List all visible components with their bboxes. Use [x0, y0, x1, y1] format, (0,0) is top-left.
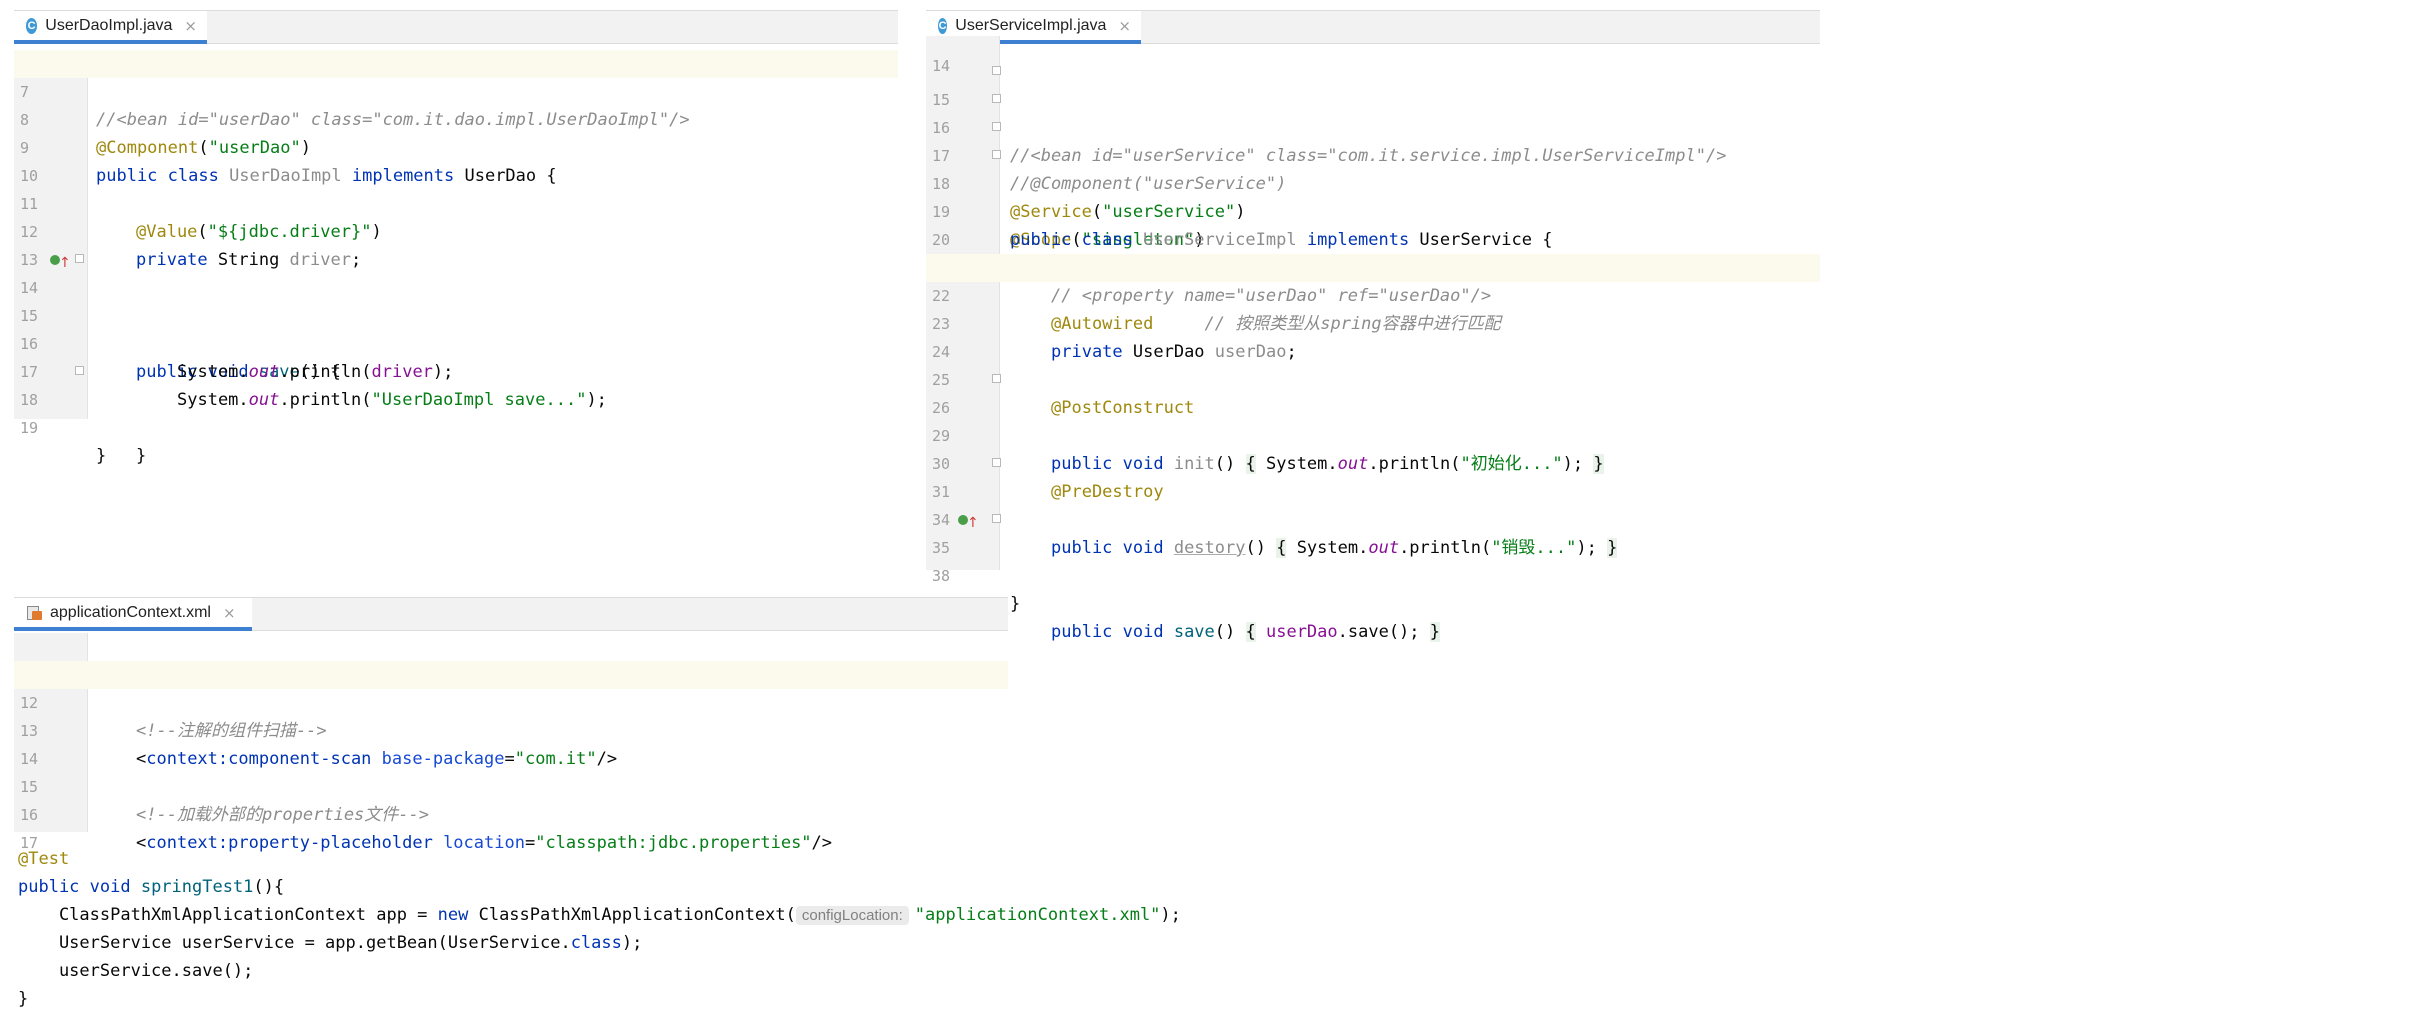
code-line: 14	[14, 717, 1008, 768]
code-line: 16 System.out.println(driver);	[14, 302, 898, 382]
tab-bar: applicationContext.xml ×	[14, 597, 1008, 631]
code-line: 29	[926, 394, 1820, 445]
code-line: 17 System.out.println("UserDaoImpl save.…	[14, 330, 898, 410]
code-line: 13	[14, 218, 898, 269]
code-line: 18 }	[14, 358, 898, 466]
code-line: 34	[926, 478, 1820, 529]
editor-pane-userserviceimpl: C UserServiceImpl.java × 14 15 //<bean i…	[926, 10, 1820, 642]
fold-toggle-icon[interactable]	[992, 514, 1001, 523]
class-icon: C	[26, 17, 38, 34]
fold-toggle-icon[interactable]	[992, 150, 1001, 159]
tab-label: UserServiceImpl.java	[955, 16, 1107, 34]
code-editor[interactable]: 7 //<bean id="userDao" class="com.it.dao…	[14, 50, 898, 466]
code-line: 24	[926, 310, 1820, 361]
code-line: 15	[14, 274, 898, 325]
code-line: 18 @Scope("singleton")	[926, 142, 1820, 250]
code-line: 8 @Component("userDao")	[14, 78, 898, 158]
tab-label: applicationContext.xml	[50, 603, 211, 621]
tab-bar: C UserDaoImpl.java ×	[14, 10, 898, 44]
close-icon[interactable]: ×	[1118, 17, 1131, 35]
fold-toggle-icon[interactable]	[992, 66, 1001, 75]
implements-marker-icon[interactable]: ↑	[958, 512, 979, 531]
fold-toggle-icon[interactable]	[75, 366, 84, 375]
code-line: 13 <context:component-scan base-package=…	[14, 689, 1008, 769]
code-line: 19 }	[14, 386, 898, 466]
code-line: 11	[14, 633, 1008, 684]
code-line: 23 private UserDao userDao;	[926, 282, 1820, 362]
code-line: 9 public class UserDaoImpl implements Us…	[14, 106, 898, 186]
code-line: 14	[926, 36, 1820, 75]
class-icon: C	[938, 17, 948, 34]
code-line: ClassPathXmlApplicationContext app = new…	[18, 905, 1181, 925]
test-code-snippet: @Test public void springTest1(){ ClassPa…	[18, 845, 1181, 1013]
tab-userdaoimpl[interactable]: C UserDaoImpl.java ×	[14, 11, 207, 44]
fold-toggle-icon[interactable]	[992, 94, 1001, 103]
code-line: 12 private String driver;	[14, 190, 898, 270]
code-line: userService.save();	[18, 961, 254, 981]
code-line: 12 <!--注解的组件扫描-->	[14, 661, 1008, 741]
tab-applicationcontext[interactable]: applicationContext.xml ×	[14, 598, 252, 631]
close-icon[interactable]: ×	[223, 604, 236, 622]
code-line: 21 // <property name="userDao" ref="user…	[926, 226, 1820, 306]
code-line: 19 public class UserServiceImpl implemen…	[926, 170, 1820, 250]
fold-toggle-icon[interactable]	[992, 122, 1001, 131]
editor-pane-applicationcontext: applicationContext.xml × 11 12 <!--注解的组件…	[14, 597, 1008, 853]
tab-label: UserDaoImpl.java	[45, 16, 173, 34]
editor-pane-userdaoimpl: C UserDaoImpl.java × 7 //<bean id="userD…	[14, 10, 898, 466]
close-icon[interactable]: ×	[184, 17, 197, 35]
code-line: public void springTest1(){	[18, 877, 285, 897]
code-line: 38 }	[926, 534, 1820, 614]
code-line: 15 //<bean id="userService" class="com.i…	[926, 58, 1820, 166]
code-line: 16 //@Component("userService")	[926, 86, 1820, 194]
code-line: 16 <context:property-placeholder locatio…	[14, 773, 1008, 853]
code-line: 15 <!--加载外部的properties文件-->	[14, 745, 1008, 825]
fold-toggle-icon[interactable]	[992, 374, 1001, 383]
parameter-hint: configLocation:	[795, 906, 909, 925]
code-line: UserService userService = app.getBean(Us…	[18, 933, 643, 953]
code-line: 11 @Value("${jdbc.driver}")	[14, 162, 898, 242]
code-editor[interactable]: 14 15 //<bean id="userService" class="co…	[926, 36, 1820, 642]
code-line: 7 //<bean id="userDao" class="com.it.dao…	[14, 50, 898, 130]
xml-file-icon	[26, 605, 42, 621]
code-line: @Test	[18, 849, 70, 869]
line-number: 19	[20, 419, 39, 437]
code-line: }	[18, 989, 29, 1009]
line-number: 38	[932, 567, 951, 585]
code-line: 31 public void destory() { System.out.pr…	[926, 450, 1820, 558]
implements-marker-icon[interactable]: ↑	[50, 252, 71, 271]
fold-toggle-icon[interactable]	[75, 254, 84, 263]
code-line: 10	[14, 134, 898, 185]
code-line: 17 @Service("userService")	[926, 114, 1820, 222]
code-line: 30 @PreDestroy	[926, 422, 1820, 502]
code-editor[interactable]: 11 12 <!--注解的组件扫描--> 13 <context:compone…	[14, 633, 1008, 853]
code-line: 26 public void init() { System.out.print…	[926, 366, 1820, 474]
code-line: 35 ↑ public void save() { userDao.save()…	[926, 506, 1820, 642]
code-line: 17	[14, 801, 1008, 852]
fold-toggle-icon[interactable]	[992, 458, 1001, 467]
code-line: 22 @Autowired // 按照类型从spring容器中进行匹配	[926, 254, 1820, 334]
code-line: 25 @PostConstruct	[926, 338, 1820, 418]
code-line: 14 ↑ public void save() {	[14, 246, 898, 382]
code-line: 20	[926, 198, 1820, 249]
